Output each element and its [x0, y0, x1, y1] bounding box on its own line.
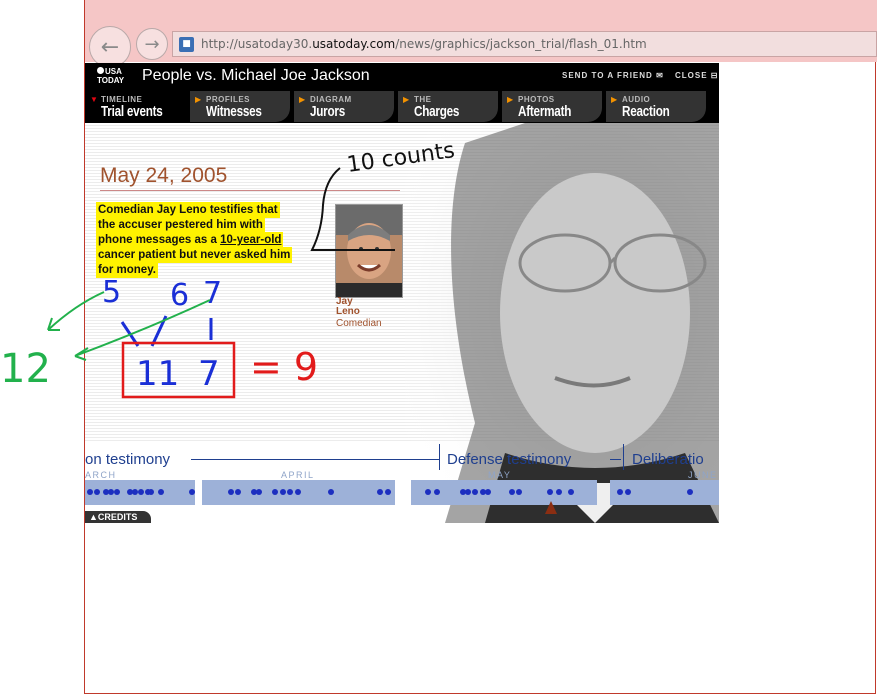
event-dot[interactable]	[547, 489, 553, 495]
triangle-icon: ▶	[507, 95, 514, 104]
event-dot[interactable]	[509, 489, 515, 495]
witness-portrait	[335, 204, 403, 298]
phase-tick	[623, 444, 624, 470]
underlined-age: 10-year-old	[220, 234, 282, 246]
note-12: 12	[0, 346, 51, 392]
event-dot[interactable]	[385, 489, 391, 495]
triangle-icon: ▶	[611, 95, 618, 104]
event-dot[interactable]	[138, 489, 144, 495]
month-label: MAY	[488, 470, 512, 480]
site-favicon-icon: ■	[179, 36, 194, 52]
event-dot[interactable]	[256, 489, 262, 495]
triangle-icon: ▶	[299, 95, 306, 104]
section-tabs: ▼ TIMELINE Trial events ▶ PROFILES Witne…	[85, 90, 719, 123]
month-label: JUNE	[688, 470, 718, 480]
tab-charges[interactable]: ▶ THE Charges	[398, 91, 498, 122]
event-dot[interactable]	[465, 489, 471, 495]
event-dot[interactable]	[295, 489, 301, 495]
triangle-icon: ▶	[403, 95, 410, 104]
tab-aftermath[interactable]: ▶ PHOTOS Aftermath	[502, 91, 602, 122]
usa-today-logo: USA TODAY	[97, 67, 125, 85]
event-dot[interactable]	[687, 489, 693, 495]
phase-line	[191, 459, 439, 460]
event-summary: Comedian Jay Leno testifies that the acc…	[98, 204, 291, 276]
close-icon: ⊟	[710, 71, 719, 80]
event-dot[interactable]	[425, 489, 431, 495]
forward-button[interactable]: →	[136, 28, 168, 60]
arrow-left-icon: ←	[100, 34, 120, 60]
month-label: APRIL	[281, 470, 315, 480]
witness-name: Jay Leno	[336, 296, 360, 317]
event-date: May 24, 2005	[100, 164, 228, 187]
event-dot[interactable]	[556, 489, 562, 495]
event-dot[interactable]	[235, 489, 241, 495]
tab-reaction[interactable]: ▶ AUDIO Reaction	[606, 91, 706, 122]
witness-role: Comedian	[336, 318, 382, 329]
event-dot[interactable]	[625, 489, 631, 495]
phase-deliberation-label[interactable]: Deliberatio	[632, 451, 704, 468]
event-dot[interactable]	[280, 489, 286, 495]
trial-timeline: on testimony Defense testimony Deliberat…	[85, 443, 719, 523]
event-dot[interactable]	[516, 489, 522, 495]
event-dot[interactable]	[568, 489, 574, 495]
phase-defense-label[interactable]: Defense testimony	[447, 451, 571, 468]
close-link[interactable]: CLOSE ⊟	[675, 71, 719, 80]
tab-witnesses[interactable]: ▶ PROFILES Witnesses	[190, 91, 290, 122]
flash-graphic: USA TODAY People vs. Michael Joe Jackson…	[85, 63, 719, 523]
event-dot[interactable]	[377, 489, 383, 495]
event-dot[interactable]	[158, 489, 164, 495]
tab-jurors[interactable]: ▶ DIAGRAM Jurors	[294, 91, 394, 122]
url-prefix: http://usatoday30.	[201, 37, 313, 51]
triangle-icon: ▶	[195, 95, 202, 104]
event-dot[interactable]	[617, 489, 623, 495]
envelope-icon: ✉	[656, 71, 664, 80]
send-to-friend-link[interactable]: SEND TO A FRIEND ✉	[562, 71, 664, 80]
event-dot[interactable]	[287, 489, 293, 495]
event-dot[interactable]	[472, 489, 478, 495]
phase-prosecution-label[interactable]: on testimony	[85, 451, 170, 468]
tab-trial-events[interactable]: ▼ TIMELINE Trial events	[85, 91, 185, 122]
address-bar[interactable]: ■ http://usatoday30. usatoday.com/news/gr…	[172, 31, 877, 57]
event-dot[interactable]	[94, 489, 100, 495]
phase-tick	[439, 444, 440, 470]
url-domain: usatoday.com	[312, 37, 396, 51]
event-dot[interactable]	[328, 489, 334, 495]
event-dot[interactable]	[114, 489, 120, 495]
credits-tab[interactable]: ▲CREDITS	[85, 511, 151, 523]
event-dot[interactable]	[87, 489, 93, 495]
event-dot[interactable]	[148, 489, 154, 495]
event-dot[interactable]	[434, 489, 440, 495]
event-dot[interactable]	[272, 489, 278, 495]
event-dot[interactable]	[189, 489, 195, 495]
triangle-icon: ▼	[90, 95, 98, 104]
app-header: USA TODAY People vs. Michael Joe Jackson…	[85, 63, 719, 90]
date-divider	[100, 190, 400, 191]
event-dot[interactable]	[485, 489, 491, 495]
phase-line	[610, 459, 621, 460]
back-button[interactable]: ←	[89, 26, 131, 68]
url-path: /news/graphics/jackson_trial/flash_01.ht…	[395, 37, 647, 51]
arrow-right-icon: →	[144, 33, 160, 55]
event-dot[interactable]	[228, 489, 234, 495]
current-event-marker-icon	[545, 501, 557, 514]
month-label: ARCH	[85, 470, 117, 480]
page-title: People vs. Michael Joe Jackson	[142, 67, 370, 84]
